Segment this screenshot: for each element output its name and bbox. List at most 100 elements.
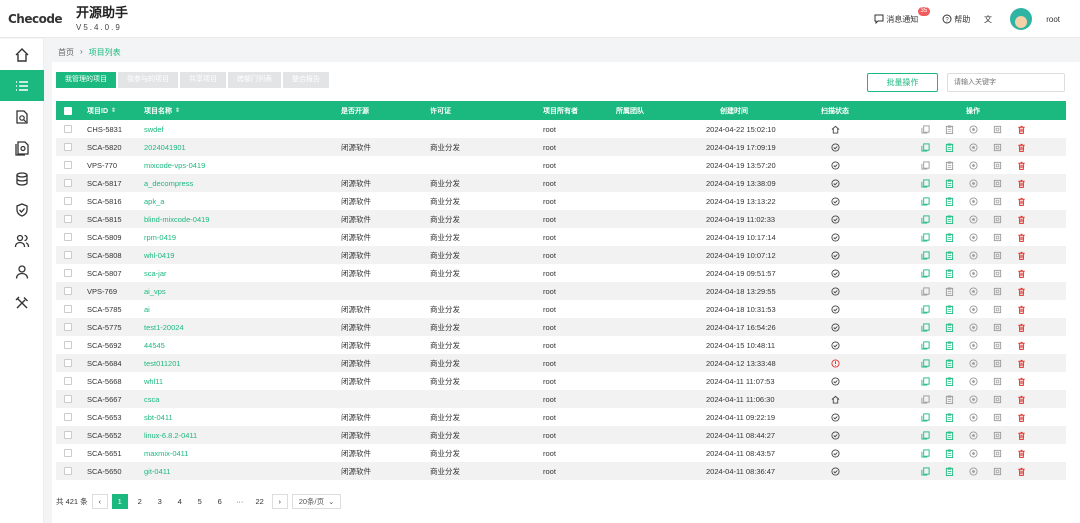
sidebar-item-users[interactable] xyxy=(0,225,44,256)
row-checkbox[interactable] xyxy=(64,323,72,331)
export-button[interactable] xyxy=(992,358,1002,368)
project-name-link[interactable]: whl11 xyxy=(144,372,163,390)
project-name-link[interactable]: 44545 xyxy=(144,336,165,354)
tab-cross-department[interactable]: 跨部门列表 xyxy=(228,72,281,88)
export-button[interactable] xyxy=(992,394,1002,404)
delete-button[interactable] xyxy=(1016,466,1026,476)
stop-button[interactable] xyxy=(968,340,978,350)
stop-button[interactable] xyxy=(968,304,978,314)
delete-button[interactable] xyxy=(1016,412,1026,422)
user-name[interactable]: root xyxy=(1046,15,1060,24)
row-checkbox[interactable] xyxy=(64,449,72,457)
report-button[interactable] xyxy=(944,466,954,476)
project-name-link[interactable]: 2024041901 xyxy=(144,138,186,156)
row-checkbox[interactable] xyxy=(64,197,72,205)
delete-button[interactable] xyxy=(1016,376,1026,386)
delete-button[interactable] xyxy=(1016,250,1026,260)
table-row[interactable]: SCA-5684 test011201 闭源软件 商业分发 root 2024-04-12… xyxy=(56,354,1066,372)
export-button[interactable] xyxy=(992,142,1002,152)
table-row[interactable]: SCA-5775 test1-20024 闭源软件 商业分发 root 2024-04-1… xyxy=(56,318,1066,336)
report-button[interactable] xyxy=(944,286,954,296)
report-button[interactable] xyxy=(944,214,954,224)
stop-button[interactable] xyxy=(968,358,978,368)
sidebar-item-tools[interactable] xyxy=(0,287,44,318)
project-name-link[interactable]: ai_vps xyxy=(144,282,166,300)
stop-button[interactable] xyxy=(968,376,978,386)
export-button[interactable] xyxy=(992,178,1002,188)
copy-button[interactable] xyxy=(920,430,930,440)
table-row[interactable]: SCA-5785 ai 闭源软件 商业分发 root 2024-04-18 10:31:5… xyxy=(56,300,1066,318)
sidebar-item-scan[interactable] xyxy=(0,101,44,132)
table-row[interactable]: VPS-770 mixcode-vps-0419 root 2024-04-19 13… xyxy=(56,156,1066,174)
export-button[interactable] xyxy=(992,250,1002,260)
tab-shared[interactable]: 共享项目 xyxy=(180,72,226,88)
row-checkbox[interactable] xyxy=(64,305,72,313)
tab-integrated-report[interactable]: 整合报告 xyxy=(283,72,329,88)
delete-button[interactable] xyxy=(1016,196,1026,206)
report-button[interactable] xyxy=(944,124,954,134)
table-row[interactable]: SCA-5809 rpm-0419 闭源软件 商业分发 root 2024-04-19 1… xyxy=(56,228,1066,246)
delete-button[interactable] xyxy=(1016,448,1026,458)
stop-button[interactable] xyxy=(968,214,978,224)
table-row[interactable]: SCA-5692 44545 闭源软件 商业分发 root 2024-04-15 10:4… xyxy=(56,336,1066,354)
report-button[interactable] xyxy=(944,142,954,152)
stop-button[interactable] xyxy=(968,412,978,422)
row-checkbox[interactable] xyxy=(64,359,72,367)
delete-button[interactable] xyxy=(1016,214,1026,224)
page-2[interactable]: 2 xyxy=(132,494,148,509)
table-row[interactable]: SCA-5815 blind-mixcode-0419 闭源软件 商业分发 root 20… xyxy=(56,210,1066,228)
copy-button[interactable] xyxy=(920,394,930,404)
project-name-link[interactable]: linux-6.8.2-0411 xyxy=(144,426,197,444)
project-name-link[interactable]: blind-mixcode-0419 xyxy=(144,210,209,228)
sidebar-item-security[interactable] xyxy=(0,194,44,225)
table-row[interactable]: SCA-5807 sca-jar 闭源软件 商业分发 root 2024-04-19 09… xyxy=(56,264,1066,282)
report-button[interactable] xyxy=(944,250,954,260)
select-all-checkbox[interactable] xyxy=(64,106,72,115)
export-button[interactable] xyxy=(992,340,1002,350)
copy-button[interactable] xyxy=(920,142,930,152)
export-button[interactable] xyxy=(992,160,1002,170)
stop-button[interactable] xyxy=(968,394,978,404)
row-checkbox[interactable] xyxy=(64,125,72,133)
report-button[interactable] xyxy=(944,340,954,350)
project-name-link[interactable]: mixcode-vps-0419 xyxy=(144,156,205,174)
page-6[interactable]: 6 xyxy=(212,494,228,509)
row-checkbox[interactable] xyxy=(64,377,72,385)
project-name-link[interactable]: sca-jar xyxy=(144,264,167,282)
export-button[interactable] xyxy=(992,412,1002,422)
copy-button[interactable] xyxy=(920,358,930,368)
report-button[interactable] xyxy=(944,376,954,386)
report-button[interactable] xyxy=(944,394,954,404)
stop-button[interactable] xyxy=(968,448,978,458)
report-button[interactable] xyxy=(944,268,954,278)
copy-button[interactable] xyxy=(920,124,930,134)
report-button[interactable] xyxy=(944,430,954,440)
table-row[interactable]: SCA-5817 a_decompress 闭源软件 商业分发 root 2024-04-… xyxy=(56,174,1066,192)
project-name-link[interactable]: test1-20024 xyxy=(144,318,184,336)
report-button[interactable] xyxy=(944,178,954,188)
stop-button[interactable] xyxy=(968,196,978,206)
export-button[interactable] xyxy=(992,430,1002,440)
sidebar-item-home[interactable] xyxy=(0,39,44,70)
report-button[interactable] xyxy=(944,232,954,242)
project-name-link[interactable]: csca xyxy=(144,390,159,408)
sidebar-item-user[interactable] xyxy=(0,256,44,287)
copy-button[interactable] xyxy=(920,196,930,206)
export-button[interactable] xyxy=(992,232,1002,242)
copy-button[interactable] xyxy=(920,160,930,170)
stop-button[interactable] xyxy=(968,268,978,278)
row-checkbox[interactable] xyxy=(64,269,72,277)
report-button[interactable] xyxy=(944,448,954,458)
page-4[interactable]: 4 xyxy=(172,494,188,509)
copy-button[interactable] xyxy=(920,322,930,332)
project-name-link[interactable]: sbt-0411 xyxy=(144,408,173,426)
export-button[interactable] xyxy=(992,196,1002,206)
page-5[interactable]: 5 xyxy=(192,494,208,509)
row-checkbox[interactable] xyxy=(64,287,72,295)
row-checkbox[interactable] xyxy=(64,233,72,241)
stop-button[interactable] xyxy=(968,232,978,242)
report-button[interactable] xyxy=(944,322,954,332)
tab-my-managed[interactable]: 我管理的项目 xyxy=(56,72,116,88)
stop-button[interactable] xyxy=(968,178,978,188)
copy-button[interactable] xyxy=(920,376,930,386)
